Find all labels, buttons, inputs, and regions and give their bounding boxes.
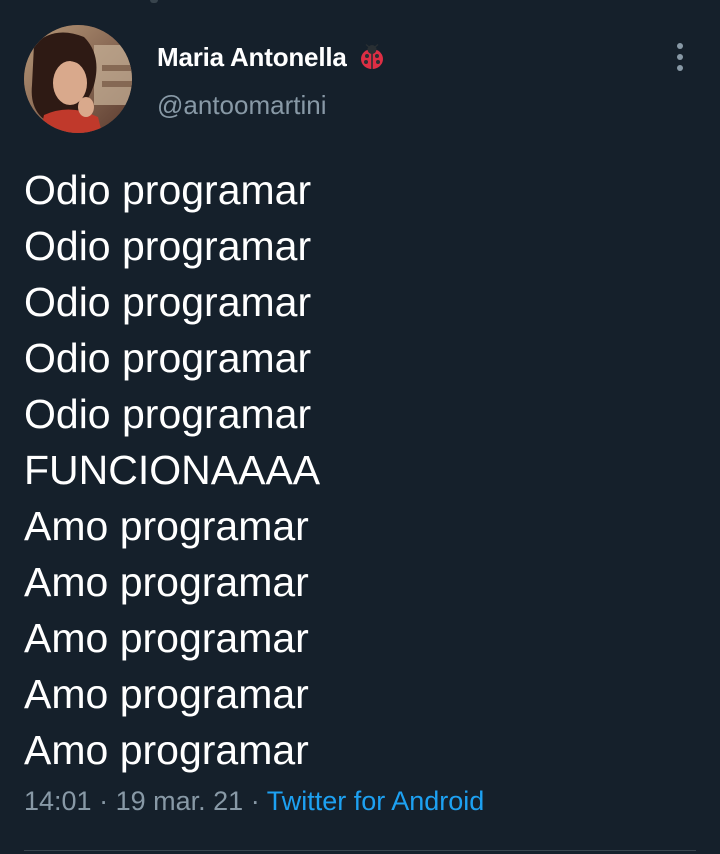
tweet-text-line: Odio programar bbox=[24, 279, 312, 325]
display-name[interactable]: Maria Antonella bbox=[157, 42, 347, 73]
tweet-text-line: Amo programar bbox=[24, 727, 309, 773]
meta-separator: · bbox=[99, 786, 116, 816]
more-vertical-icon-dot bbox=[677, 65, 683, 71]
avatar[interactable] bbox=[24, 25, 132, 133]
tweet-date[interactable]: 19 mar. 21 bbox=[116, 786, 244, 816]
tweet-text: Odio programar Odio programar Odio progr… bbox=[24, 162, 704, 778]
author-name-row[interactable]: Maria Antonella bbox=[157, 40, 385, 74]
tweet-time[interactable]: 14:01 bbox=[24, 786, 92, 816]
tweet-text-line: Amo programar bbox=[24, 615, 309, 661]
ladybug-icon bbox=[359, 44, 385, 70]
tweet-text-line: Odio programar bbox=[24, 167, 312, 213]
tweet-text-line: Amo programar bbox=[24, 559, 309, 605]
divider bbox=[24, 850, 696, 851]
tweet-text-line: Amo programar bbox=[24, 503, 309, 549]
tweet-text-line: Amo programar bbox=[24, 671, 309, 717]
tweet-source-link[interactable]: Twitter for Android bbox=[267, 786, 485, 816]
tweet-metadata: 14:01 · 19 mar. 21 · Twitter for Android bbox=[24, 786, 484, 817]
tweet-text-line: Odio programar bbox=[24, 335, 312, 381]
tweet-text-line: Odio programar bbox=[24, 391, 312, 437]
more-vertical-icon bbox=[677, 43, 683, 49]
top-edge-divider bbox=[150, 0, 158, 3]
tweet-card: Maria Antonella @antoomartini Odio progr… bbox=[0, 0, 720, 854]
user-handle[interactable]: @antoomartini bbox=[157, 90, 326, 121]
more-options-button[interactable] bbox=[666, 40, 694, 74]
more-vertical-icon-dot bbox=[677, 54, 683, 60]
meta-separator: · bbox=[250, 786, 267, 816]
tweet-text-line: FUNCIONAAAA bbox=[24, 447, 321, 493]
tweet-text-line: Odio programar bbox=[24, 223, 312, 269]
avatar-image bbox=[24, 25, 132, 133]
